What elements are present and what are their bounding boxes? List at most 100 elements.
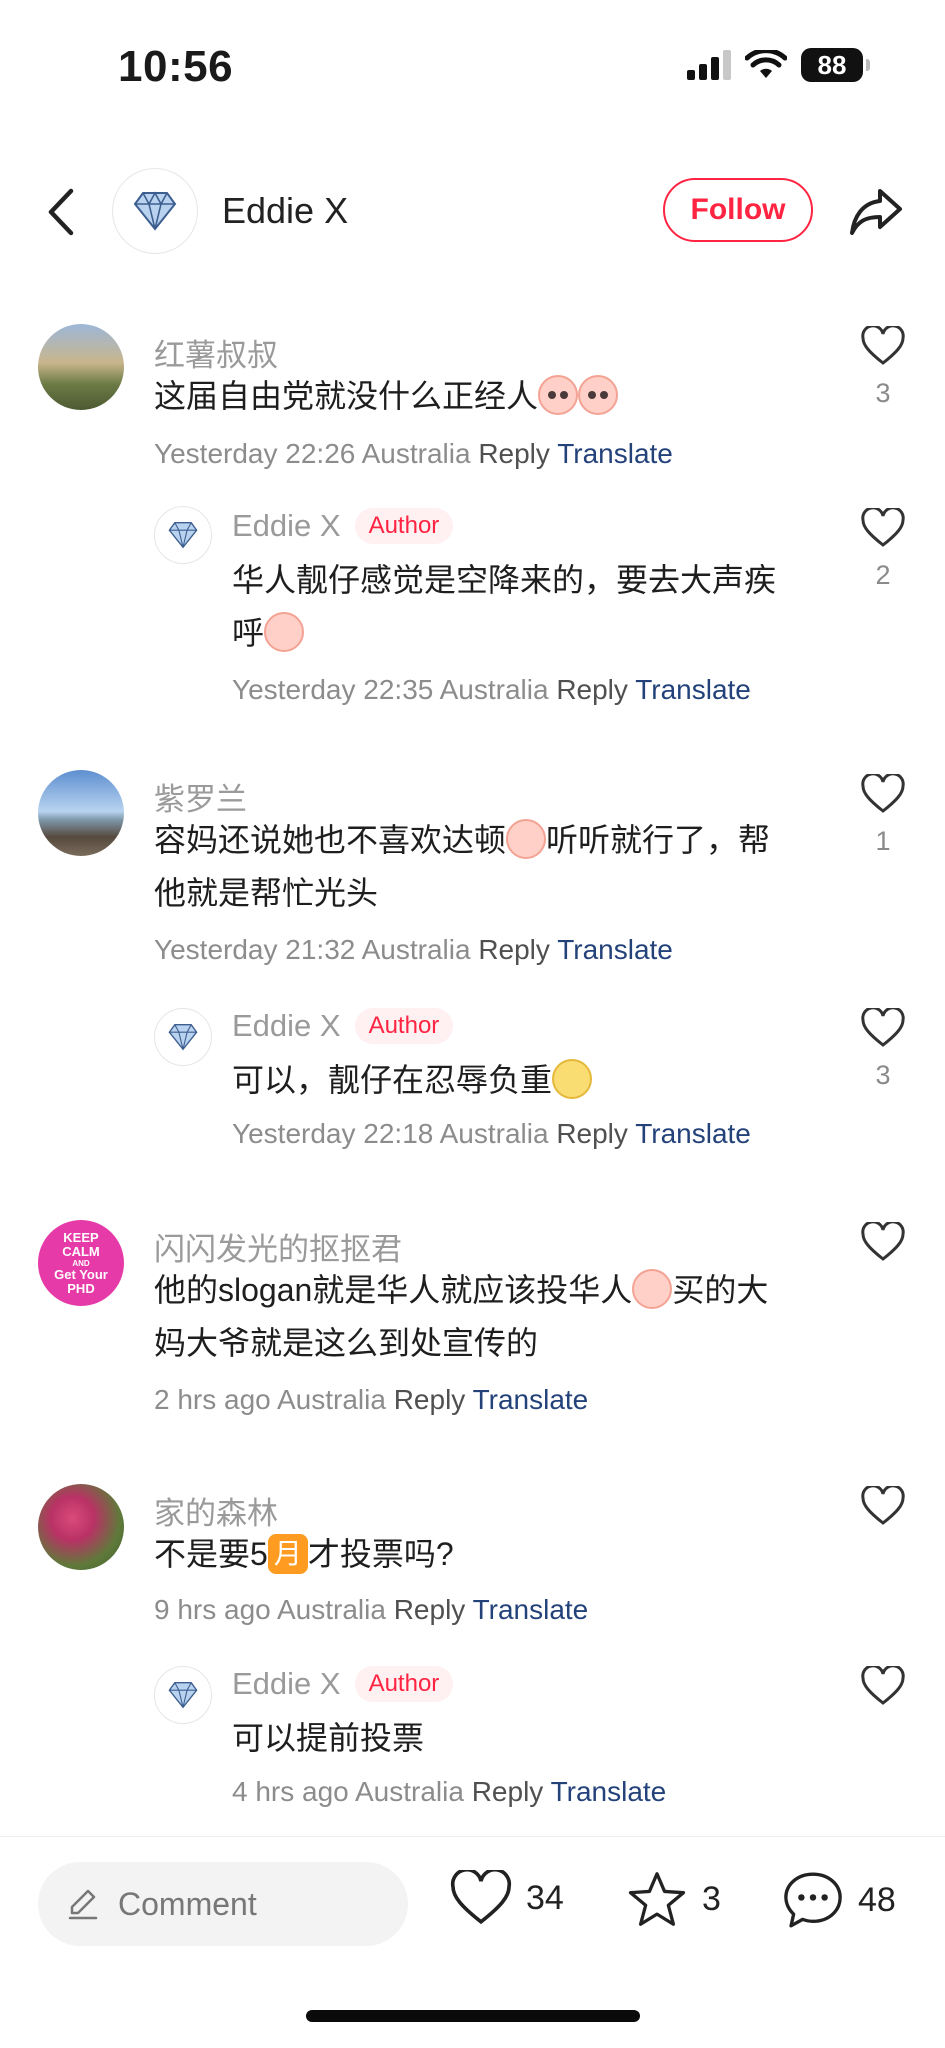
star-icon xyxy=(628,1872,686,1926)
user-avatar[interactable] xyxy=(38,770,124,856)
diamond-icon xyxy=(168,522,198,549)
heart-icon xyxy=(861,508,905,547)
username-text[interactable]: Eddie X xyxy=(232,1008,341,1044)
comment-text: 他的slogan就是华人就应该投华人 买的大 妈大爷就是这么到处宣传的 xyxy=(154,1264,804,1370)
comment-text: 这届自由党就没什么正经人 xyxy=(154,370,804,423)
reply-button[interactable]: Reply xyxy=(478,934,550,965)
comment-like-button[interactable]: 3 xyxy=(858,326,908,409)
diamond-icon xyxy=(168,1682,198,1709)
back-arrow-icon xyxy=(48,188,74,236)
username-text[interactable]: Eddie X xyxy=(232,1666,341,1702)
comment-username[interactable]: 家的森林 xyxy=(154,1488,278,1533)
user-avatar[interactable]: KEEP CALM AND Get Your PHD xyxy=(38,1220,124,1306)
heart-icon xyxy=(861,1222,905,1261)
reply-button[interactable]: Reply xyxy=(556,674,628,705)
pencil-icon xyxy=(68,1889,98,1920)
comment-text-content: 可以提前投票 xyxy=(232,1720,425,1756)
reply-button[interactable]: Reply xyxy=(394,1384,466,1415)
comment-location: Australia xyxy=(439,674,549,705)
favorite-total: 3 xyxy=(702,1879,721,1918)
like-count: 1 xyxy=(875,826,891,856)
translate-button[interactable]: Translate xyxy=(635,674,751,705)
diamond-icon xyxy=(133,191,177,231)
comment-location: Australia xyxy=(354,1776,464,1807)
profile-avatar[interactable] xyxy=(112,168,198,254)
reply-button[interactable]: Reply xyxy=(556,1118,628,1149)
user-avatar[interactable] xyxy=(38,324,124,410)
comment-username[interactable]: Eddie X Author xyxy=(232,1666,454,1702)
author-badge: Author xyxy=(354,1666,454,1702)
comment-like-button[interactable] xyxy=(858,1486,908,1526)
profile-name[interactable]: Eddie X xyxy=(222,190,348,232)
wifi-icon xyxy=(745,50,787,78)
translate-button[interactable]: Translate xyxy=(473,1594,589,1625)
comment-username[interactable]: Eddie X Author xyxy=(232,508,454,544)
reply-button[interactable]: Reply xyxy=(394,1594,466,1625)
share-button[interactable] xyxy=(846,182,906,242)
comment-text-content: 才投票吗? xyxy=(307,1536,454,1572)
comment-like-button[interactable]: 3 xyxy=(858,1008,908,1091)
like-count: 2 xyxy=(875,560,891,590)
comment-like-button[interactable]: 1 xyxy=(858,774,908,857)
comment-like-button[interactable] xyxy=(858,1666,908,1706)
comment-meta: 2 hrs ago Australia Reply Translate xyxy=(154,1384,588,1416)
comment-time: 4 hrs ago xyxy=(232,1776,349,1807)
comment-input[interactable]: Comment xyxy=(38,1862,408,1946)
chat-bubble-icon xyxy=(784,1872,842,1928)
status-icons: 88 xyxy=(687,48,870,82)
comments-button[interactable]: 48 xyxy=(782,1870,896,1930)
author-badge: Author xyxy=(354,1008,454,1044)
back-button[interactable] xyxy=(36,182,84,242)
comment-text-content: 不是要5 xyxy=(154,1536,268,1572)
comment-text-line: 妈大爷就是这么到处宣传的 xyxy=(154,1325,539,1361)
translate-button[interactable]: Translate xyxy=(557,438,673,469)
comment-username[interactable]: Eddie X Author xyxy=(232,1008,454,1044)
heart-icon xyxy=(861,1666,905,1705)
comment-username[interactable]: 闪闪发光的抠抠君 xyxy=(154,1224,402,1269)
comment-like-button[interactable]: 2 xyxy=(858,508,908,591)
comment-username[interactable]: 红薯叔叔 xyxy=(154,330,278,375)
translate-button[interactable]: Translate xyxy=(635,1118,751,1149)
follow-button[interactable]: Follow xyxy=(663,178,813,242)
heart-icon xyxy=(450,1870,512,1925)
comment-location: Australia xyxy=(361,438,471,469)
reply-button[interactable]: Reply xyxy=(472,1776,544,1807)
comment-time: Yesterday 22:18 xyxy=(232,1118,434,1149)
heart-icon xyxy=(861,1486,905,1525)
author-avatar[interactable] xyxy=(154,1008,212,1066)
comment-like-button[interactable] xyxy=(858,1222,908,1262)
comment-text: 华人靓仔感觉是空降来的，要去大声疾 呼 xyxy=(232,554,832,660)
favorite-button[interactable]: 3 xyxy=(626,1870,721,1928)
battery-indicator: 88 xyxy=(801,48,870,82)
translate-button[interactable]: Translate xyxy=(551,1776,667,1807)
like-total: 34 xyxy=(526,1878,564,1917)
like-count: 3 xyxy=(875,378,891,408)
reply-button[interactable]: Reply xyxy=(478,438,550,469)
translate-button[interactable]: Translate xyxy=(557,934,673,965)
author-avatar[interactable] xyxy=(154,1666,212,1724)
signal-icon xyxy=(687,50,731,80)
translate-button[interactable]: Translate xyxy=(473,1384,589,1415)
user-avatar[interactable] xyxy=(38,1484,124,1570)
comment-text: 可以提前投票 xyxy=(232,1712,832,1765)
comment-username[interactable]: 紫罗兰 xyxy=(154,774,247,819)
status-time: 10:56 xyxy=(118,42,234,91)
heart-icon xyxy=(861,1008,905,1047)
bottom-divider xyxy=(0,1836,945,1837)
author-avatar[interactable] xyxy=(154,506,212,564)
avatar-text: PHD xyxy=(67,1280,95,1296)
comment-text-line: 他的slogan就是华人就应该投华人 xyxy=(154,1272,633,1308)
comment-location: Australia xyxy=(276,1594,386,1625)
comment-total: 48 xyxy=(858,1880,896,1919)
comment-meta: 4 hrs ago Australia Reply Translate xyxy=(232,1776,666,1808)
comment-time: Yesterday 22:26 xyxy=(154,438,356,469)
emoji-icon xyxy=(552,1059,593,1099)
username-text[interactable]: Eddie X xyxy=(232,508,341,544)
heart-icon xyxy=(861,774,905,813)
home-indicator[interactable] xyxy=(306,2010,640,2022)
month-emoji: 月 xyxy=(267,1534,308,1574)
comment-time: Yesterday 22:35 xyxy=(232,674,434,705)
comment-location: Australia xyxy=(439,1118,549,1149)
comment-time: 9 hrs ago xyxy=(154,1594,271,1625)
like-button[interactable]: 34 xyxy=(450,1870,564,1926)
